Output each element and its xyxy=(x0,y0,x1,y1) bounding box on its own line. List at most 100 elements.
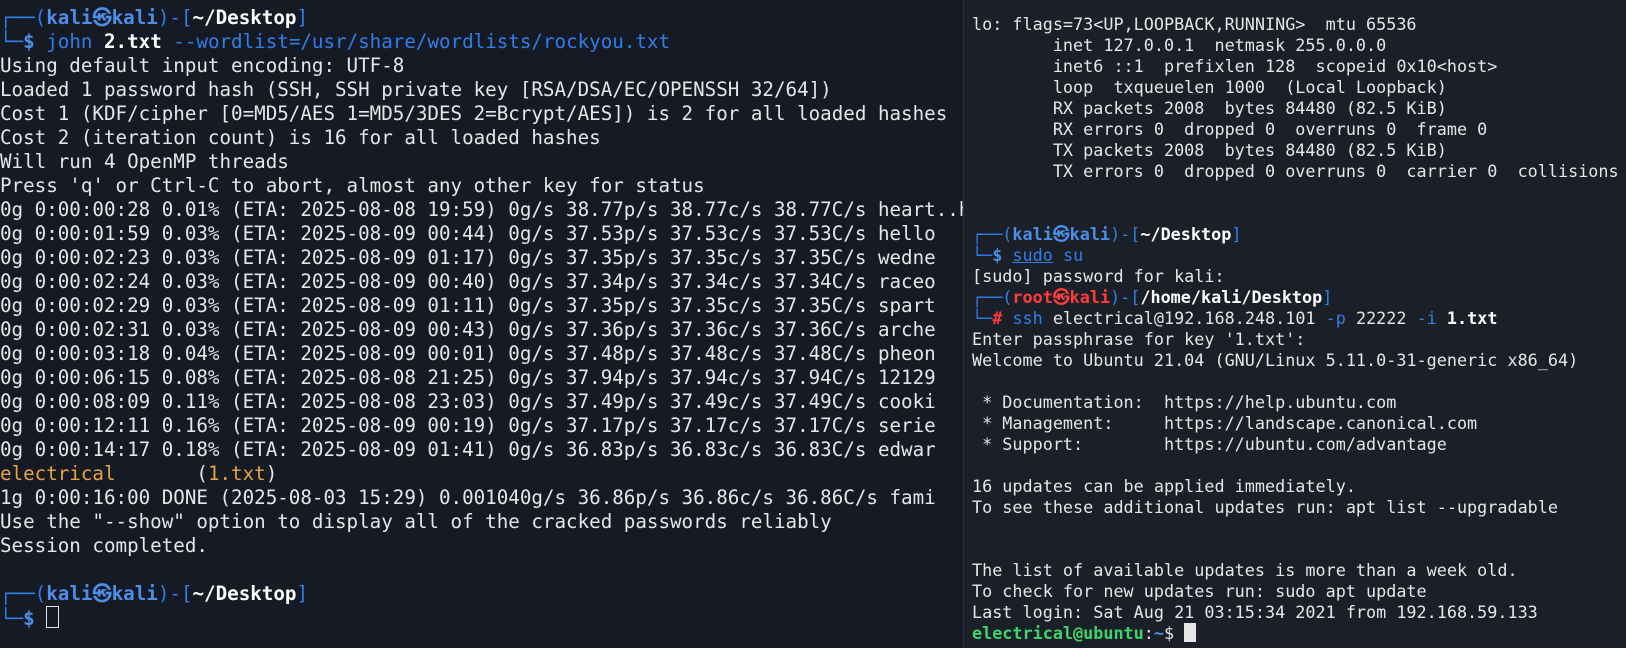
prompt-host: kali xyxy=(111,6,158,29)
ssh-command-line: └─# ssh electrical@192.168.248.101 -p 22… xyxy=(972,308,1626,329)
remote-user: electrical@ubuntu xyxy=(972,623,1144,643)
prompt-at-icon: ㉿ xyxy=(1052,224,1070,244)
ifconfig-line: TX errors 0 dropped 0 overruns 0 carrier… xyxy=(972,161,1626,181)
ssh-port-flag: -p xyxy=(1325,308,1346,328)
progress-line: 0g 0:00:02:31 0.03% (ETA: 2025-08-09 00:… xyxy=(0,318,936,341)
show-hint-line: Use the "--show" option to display all o… xyxy=(0,510,832,533)
ssh-output-line: To check for new updates run: sudo apt u… xyxy=(972,581,1427,601)
prompt-dir: ~/Desktop xyxy=(1140,224,1232,244)
prompt-dollar: $ xyxy=(992,245,1013,265)
command-file: 2.txt xyxy=(103,30,162,53)
ssh-output-line: 16 updates can be applied immediately. xyxy=(972,476,1356,496)
output-line: Cost 1 (KDF/cipher [0=MD5/AES 1=MD5/3DES… xyxy=(0,102,948,125)
ssh-output-line: * Management: https://landscape.canonica… xyxy=(972,413,1478,433)
prompt-at-icon: ㉿ xyxy=(92,582,112,605)
progress-line: 0g 0:00:14:17 0.18% (ETA: 2025-08-09 01:… xyxy=(0,438,936,461)
cracked-pad: ( xyxy=(115,462,208,485)
prompt-corner: └─ xyxy=(0,30,24,53)
right-terminal-pane[interactable]: lo: flags=73<UP,LOOPBACK,RUNNING> mtu 65… xyxy=(963,0,1626,648)
ssh-output-line xyxy=(972,539,1626,560)
remote-dollar: $ xyxy=(1163,623,1185,643)
prompt-user: kali xyxy=(46,6,93,29)
ssh-output-line: The list of available updates is more th… xyxy=(972,560,1518,580)
prompt-dollar: $ xyxy=(23,30,35,53)
progress-line: 0g 0:00:01:59 0.03% (ETA: 2025-08-09 00:… xyxy=(0,222,936,245)
prompt-sep: )-[ xyxy=(1110,287,1141,307)
ifconfig-line: RX errors 0 dropped 0 overruns 0 frame 0 xyxy=(972,119,1488,139)
prompt-corner: └─ xyxy=(972,245,993,265)
session-line: Session completed. xyxy=(0,534,208,557)
progress-line: 0g 0:00:00:28 0.01% (ETA: 2025-08-08 19:… xyxy=(0,198,963,221)
prompt-at-icon: ㉿ xyxy=(92,6,112,29)
output-line: Will run 4 OpenMP threads xyxy=(0,150,289,173)
ssh-output-line: To see these additional updates run: apt… xyxy=(972,497,1558,517)
ssh-identity-file: 1.txt xyxy=(1446,308,1498,328)
prompt-end: ] xyxy=(296,6,309,29)
prompt-dir: ~/Desktop xyxy=(192,582,297,605)
command-su: su xyxy=(1052,245,1084,265)
prompt-corner: ┌──( xyxy=(0,6,47,29)
ssh-port: 22222 xyxy=(1345,308,1417,328)
prompt-hash: # xyxy=(992,308,1013,328)
command-name: john xyxy=(34,30,104,53)
output-line: Loaded 1 password hash (SSH, SSH private… xyxy=(0,78,832,101)
done-line: 1g 0:00:16:00 DONE (2025-08-03 15:29) 0.… xyxy=(0,486,936,509)
cursor-icon[interactable] xyxy=(1184,623,1197,642)
prompt-sep: )-[ xyxy=(157,582,193,605)
ssh-output-line: Last login: Sat Aug 21 03:15:34 2021 fro… xyxy=(972,602,1538,622)
remote-dir: ~ xyxy=(1153,623,1164,643)
cursor-icon[interactable] xyxy=(46,606,60,628)
cracked-password-line: electrical (1.txt) xyxy=(0,462,963,486)
prompt-sep: )-[ xyxy=(1110,224,1141,244)
remote-input-line[interactable]: electrical@ubuntu:~$ xyxy=(972,623,1626,644)
progress-line: 0g 0:00:06:15 0.08% (ETA: 2025-08-08 21:… xyxy=(0,366,936,389)
command-line: └─$ john 2.txt --wordlist=/usr/share/wor… xyxy=(0,30,963,54)
ssh-identity-flag: -i xyxy=(1416,308,1447,328)
prompt-corner: ┌──( xyxy=(972,224,1013,244)
progress-line: 0g 0:00:02:23 0.03% (ETA: 2025-08-09 01:… xyxy=(0,246,936,269)
ifconfig-line: inet6 ::1 prefixlen 128 scopeid 0x10<hos… xyxy=(972,56,1498,76)
prompt-host: kali xyxy=(111,582,158,605)
prompt-at-icon: ㉿ xyxy=(1052,287,1070,307)
ssh-output-line: * Support: https://ubuntu.com/advantage xyxy=(972,434,1447,454)
remote-sep: : xyxy=(1143,623,1154,643)
command-line: └─$ sudo su xyxy=(972,245,1626,266)
ifconfig-line: RX packets 2008 bytes 84480 (82.5 KiB) xyxy=(972,98,1447,118)
cracked-file: 1.txt xyxy=(207,462,266,485)
prompt-dollar: $ xyxy=(23,607,35,630)
ssh-output-line xyxy=(972,518,1626,539)
prompt-corner: └─ xyxy=(972,308,993,328)
prompt-host: kali xyxy=(1069,287,1111,307)
command-args: --wordlist=/usr/share/wordlists/rockyou.… xyxy=(161,30,671,53)
output-line: Cost 2 (iteration count) is 16 for all l… xyxy=(0,126,601,149)
progress-line: 0g 0:00:03:18 0.04% (ETA: 2025-08-09 00:… xyxy=(0,342,936,365)
prompt-user: kali xyxy=(1012,224,1053,244)
ifconfig-line: inet 127.0.0.1 netmask 255.0.0.0 xyxy=(972,35,1387,55)
left-terminal-output: ┌──(kali㉿kali)-[~/Desktop] └─$ john 2.tx… xyxy=(0,6,963,630)
output-line: Press 'q' or Ctrl-C to abort, almost any… xyxy=(0,174,705,197)
ifconfig-line: lo: flags=73<UP,LOOPBACK,RUNNING> mtu 65… xyxy=(972,14,1417,34)
ssh-output-line: * Documentation: https://help.ubuntu.com xyxy=(972,392,1397,412)
prompt-sep: )-[ xyxy=(157,6,193,29)
prompt-host: kali xyxy=(1069,224,1111,244)
output-line: Using default input encoding: UTF-8 xyxy=(0,54,405,77)
prompt-end: ] xyxy=(1231,224,1242,244)
prompt-user: kali xyxy=(46,582,93,605)
ifconfig-line: TX packets 2008 bytes 84480 (82.5 KiB) xyxy=(972,140,1447,160)
ssh-output-line: Enter passphrase for key '1.txt': xyxy=(972,329,1306,349)
prompt-dir: ~/Desktop xyxy=(192,6,297,29)
cracked-close: ) xyxy=(265,462,278,485)
root-prompt-line: ┌──(root㉿kali)-[/home/kali/Desktop] xyxy=(972,287,1626,308)
progress-line: 0g 0:00:12:11 0.16% (ETA: 2025-08-09 00:… xyxy=(0,414,936,437)
ssh-output-line xyxy=(972,455,1626,476)
input-line[interactable]: └─$ xyxy=(0,606,963,630)
ssh-output-line: Welcome to Ubuntu 21.04 (GNU/Linux 5.11.… xyxy=(972,350,1579,370)
left-terminal-pane[interactable]: ┌──(kali㉿kali)-[~/Desktop] └─$ john 2.tx… xyxy=(0,0,963,648)
prompt-corner: ┌──( xyxy=(0,582,47,605)
right-pane-scrollbar[interactable] xyxy=(1617,0,1626,648)
ssh-target: electrical@192.168.248.101 xyxy=(1042,308,1326,328)
cracked-password: electrical xyxy=(0,462,116,485)
